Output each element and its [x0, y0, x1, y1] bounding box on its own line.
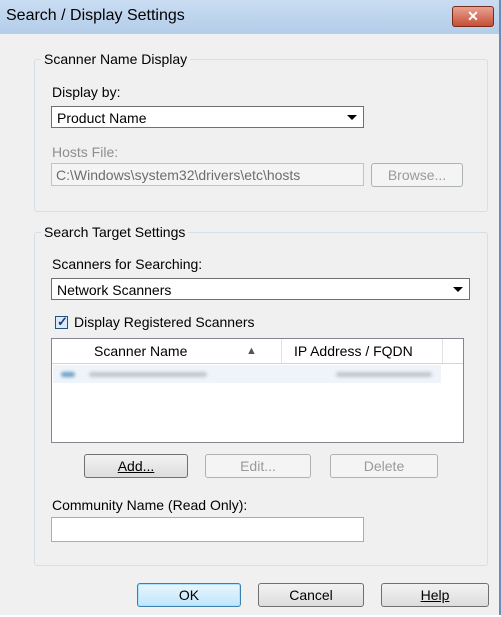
- dialog-window: Search / Display Settings ✕ Scanner Name…: [0, 0, 501, 615]
- community-name-label: Community Name (Read Only):: [52, 497, 248, 513]
- display-registered-label[interactable]: Display Registered Scanners: [74, 314, 255, 330]
- list-item[interactable]: [53, 365, 441, 383]
- hosts-file-value: C:\Windows\system32\drivers\etc\hosts: [56, 167, 301, 183]
- scanner-icon: [61, 372, 75, 377]
- search-target-settings-legend: Search Target Settings: [44, 224, 186, 240]
- column-ip-address[interactable]: IP Address / FQDN: [294, 339, 413, 363]
- scanner-name-display-legend: Scanner Name Display: [44, 51, 188, 67]
- scanner-name-display-group: Scanner Name Display: [34, 51, 488, 212]
- scanner-name-redacted: [89, 372, 207, 377]
- column-scanner-name[interactable]: Scanner Name: [94, 339, 187, 363]
- hosts-file-label: Hosts File:: [52, 144, 119, 160]
- ok-button[interactable]: OK: [137, 583, 241, 607]
- browse-button[interactable]: Browse...: [371, 163, 463, 187]
- window-title: Search / Display Settings: [6, 7, 185, 24]
- dialog-client: Scanner Name Display Display by: Product…: [0, 34, 499, 615]
- ip-address-redacted: [336, 372, 432, 377]
- scanners-for-searching-value: Network Scanners: [57, 282, 172, 298]
- registered-scanners-list[interactable]: Scanner Name ▲ IP Address / FQDN: [51, 338, 464, 443]
- cancel-button[interactable]: Cancel: [258, 583, 364, 607]
- add-button-label: Add...: [117, 458, 155, 474]
- list-header: Scanner Name ▲ IP Address / FQDN: [52, 339, 463, 364]
- display-by-select[interactable]: Product Name: [51, 106, 364, 128]
- close-icon: ✕: [467, 8, 479, 24]
- close-button[interactable]: ✕: [452, 6, 494, 27]
- scanners-for-searching-select[interactable]: Network Scanners: [51, 278, 470, 300]
- sort-ascending-icon: ▲: [246, 345, 257, 357]
- hosts-file-input[interactable]: C:\Windows\system32\drivers\etc\hosts: [51, 163, 364, 186]
- display-registered-checkbox[interactable]: ✓: [55, 314, 68, 329]
- column-divider[interactable]: [281, 339, 282, 363]
- scanners-for-searching-label: Scanners for Searching:: [52, 256, 203, 272]
- delete-button[interactable]: Delete: [330, 454, 438, 478]
- add-button[interactable]: Add...: [84, 454, 188, 478]
- chevron-down-icon: [347, 115, 357, 120]
- help-button[interactable]: Help: [381, 583, 489, 607]
- edit-button[interactable]: Edit...: [205, 454, 311, 478]
- help-button-label: Help: [420, 587, 450, 603]
- title-bar[interactable]: Search / Display Settings ✕: [0, 0, 499, 34]
- checkmark-icon: ✓: [57, 314, 68, 329]
- chevron-down-icon: [453, 287, 463, 292]
- community-name-input[interactable]: [51, 517, 364, 542]
- display-by-value: Product Name: [57, 110, 147, 126]
- display-by-label: Display by:: [52, 84, 121, 100]
- column-divider[interactable]: [442, 339, 443, 363]
